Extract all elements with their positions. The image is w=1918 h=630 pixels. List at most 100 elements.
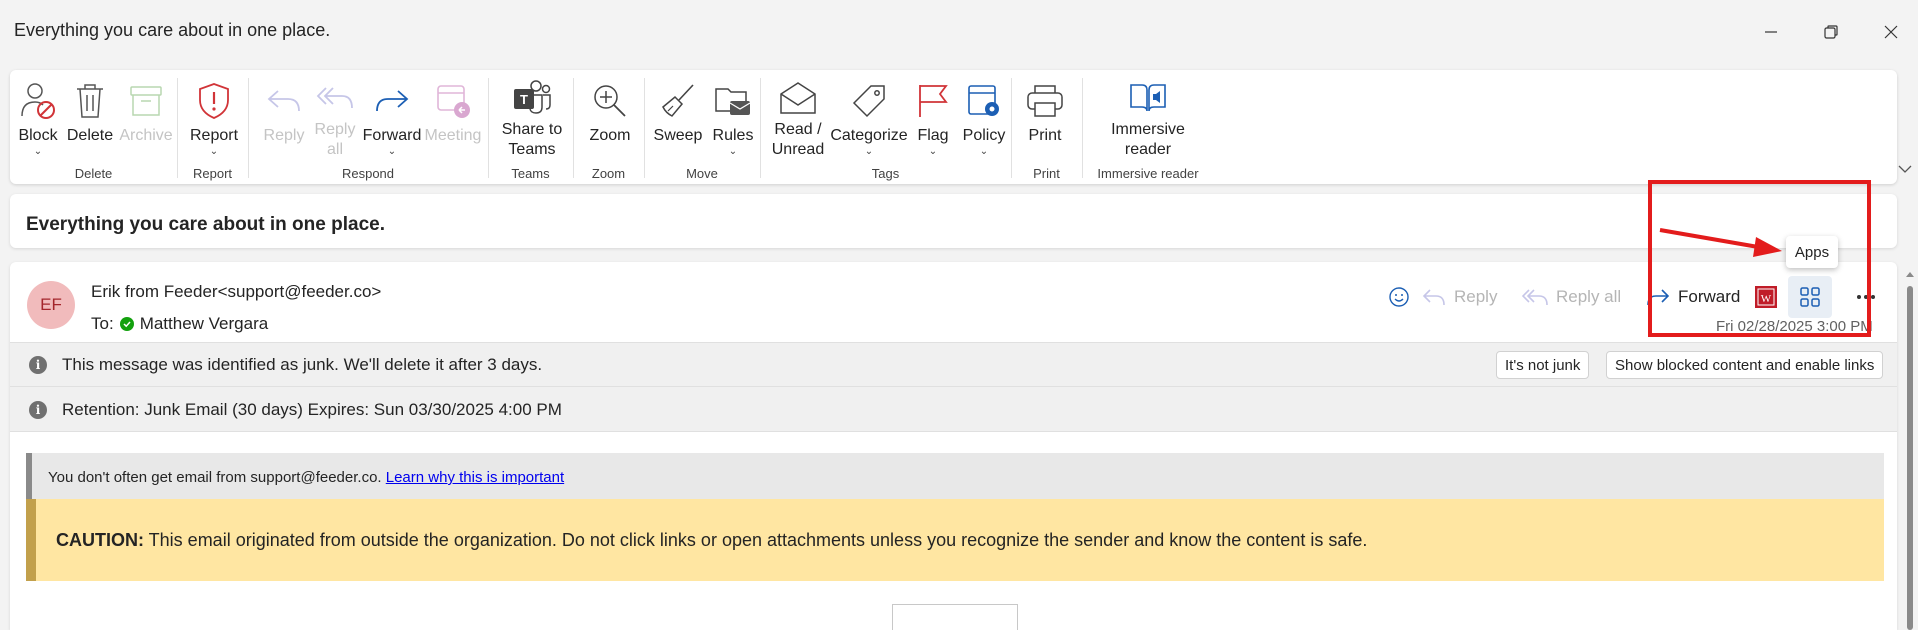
reply-all-icon [316, 87, 353, 109]
shield-alert-icon [199, 83, 229, 119]
ribbon-divider [644, 78, 645, 178]
reply-all-icon [1522, 289, 1548, 306]
archive-button[interactable]: Archive [119, 70, 173, 160]
sweep-label: Sweep [653, 127, 703, 144]
ribbon-expand-button[interactable] [1897, 162, 1913, 180]
retention-bar: i Retention: Junk Email (30 days) Expire… [10, 386, 1897, 432]
report-label: Report [189, 127, 239, 144]
to-label: To: [91, 314, 114, 333]
group-label-report: Report [192, 166, 233, 181]
chevron-down-icon: ⌄ [728, 146, 738, 157]
reply-action-button[interactable]: Reply [1422, 280, 1497, 314]
forward-label: Forward [362, 127, 422, 144]
print-button[interactable]: Print [1020, 70, 1070, 160]
policy-button[interactable]: Policy ⌄ [958, 70, 1010, 160]
group-label-move: Move [686, 166, 718, 181]
caution-label: CAUTION: [56, 530, 144, 550]
ribbon-divider [488, 78, 489, 178]
annotation-arrow-icon [1659, 228, 1782, 257]
sender-name[interactable]: Erik from Feeder<support@feeder.co> [91, 282, 381, 302]
meeting-label: Meeting [424, 127, 482, 144]
subject-bar: Everything you care about in one place. [10, 194, 1897, 248]
show-blocked-content-button[interactable]: Show blocked content and enable links [1606, 351, 1884, 379]
learn-why-link[interactable]: Learn why this is important [386, 469, 564, 486]
scroll-up-icon [1906, 272, 1914, 277]
flag-button[interactable]: Flag ⌄ [910, 70, 956, 160]
group-label-delete: Delete [74, 166, 113, 181]
read-unread-label: Read / Unread [771, 121, 825, 158]
sweep-button[interactable]: Sweep [652, 70, 704, 160]
reply-all-button[interactable]: Reply all [310, 70, 360, 160]
trash-icon [77, 84, 103, 118]
junk-notice-text: This message was identified as junk. We'… [62, 355, 543, 374]
categorize-label: Categorize [830, 127, 908, 144]
forward-icon [376, 90, 409, 112]
rules-label: Rules [712, 127, 754, 144]
tag-icon [852, 85, 885, 118]
ribbon-divider [760, 78, 761, 178]
reply-button[interactable]: Reply [262, 70, 306, 160]
delete-label: Delete [66, 127, 114, 144]
share-to-teams-button[interactable]: T Share to Teams [496, 70, 568, 160]
first-contact-text: You don't often get email from support@f… [48, 469, 386, 486]
chevron-down-icon: ⌄ [387, 146, 397, 157]
reply-all-action-button[interactable]: Reply all [1522, 280, 1621, 314]
not-junk-button[interactable]: It's not junk [1496, 351, 1590, 379]
read-unread-button[interactable]: Read / Unread [766, 70, 830, 160]
group-label-respond: Respond [341, 166, 395, 181]
reply-all-label: Reply all [314, 121, 356, 158]
group-label-print: Print [1033, 166, 1060, 181]
caution-banner: CAUTION: This email originated from outs… [26, 499, 1884, 581]
window-title: Everything you care about in one place. [14, 20, 331, 40]
close-button[interactable] [1868, 14, 1914, 50]
report-button[interactable]: Report ⌄ [186, 70, 242, 160]
block-button[interactable]: Block ⌄ [16, 70, 60, 160]
info-icon: i [29, 356, 47, 374]
first-contact-notice: You don't often get email from support@f… [26, 453, 1884, 499]
group-label-tags: Tags [871, 166, 900, 181]
apps-tooltip: Apps [1786, 236, 1838, 268]
reply-label: Reply [263, 127, 305, 144]
ribbon-divider [1011, 78, 1012, 178]
delete-button[interactable]: Delete [66, 70, 114, 160]
reply-icon [1422, 289, 1445, 306]
forward-button[interactable]: Forward ⌄ [362, 70, 422, 160]
minimize-button[interactable] [1748, 14, 1794, 50]
zoom-icon [594, 85, 626, 117]
ribbon-divider [573, 78, 574, 178]
immersive-reader-button[interactable]: Immersive reader [1100, 70, 1196, 160]
scrollbar-thumb[interactable] [1907, 286, 1913, 630]
retention-text: Retention: Junk Email (30 days) Expires:… [62, 400, 562, 419]
reply-action-label: Reply [1454, 287, 1498, 306]
printer-icon [1027, 85, 1063, 117]
junk-notice-bar: i This message was identified as junk. W… [10, 342, 1897, 386]
group-label-immersive-reader: Immersive reader [1097, 166, 1199, 181]
ribbon-divider [177, 78, 178, 178]
avatar[interactable]: EF [27, 281, 75, 329]
chevron-down-icon: ⌄ [33, 146, 43, 157]
immersive-reader-icon [1130, 84, 1166, 112]
zoom-button[interactable]: Zoom [582, 70, 638, 160]
teams-icon: T [514, 80, 551, 114]
reply-all-action-label: Reply all [1556, 287, 1622, 306]
share-to-teams-label: Share to Teams [501, 121, 563, 158]
chevron-down-icon: ⌄ [209, 146, 219, 157]
emoji-button[interactable] [1388, 280, 1410, 314]
flag-icon [919, 85, 948, 117]
ribbon-divider [248, 78, 249, 178]
svg-text:T: T [520, 92, 528, 107]
group-label-zoom: Zoom [591, 166, 626, 181]
close-icon [1884, 25, 1898, 39]
ribbon-divider [1082, 78, 1083, 178]
chevron-down-icon: ⌄ [979, 146, 989, 157]
scrollbar[interactable] [1902, 262, 1918, 630]
chevron-down-icon: ⌄ [864, 146, 874, 157]
rules-button[interactable]: Rules ⌄ [708, 70, 758, 160]
emoji-icon [1389, 287, 1409, 307]
print-label: Print [1028, 127, 1062, 144]
restore-button[interactable] [1808, 14, 1854, 50]
categorize-button[interactable]: Categorize ⌄ [830, 70, 908, 160]
meeting-button[interactable]: Meeting [422, 70, 484, 160]
message-subject: Everything you care about in one place. [26, 214, 385, 235]
recipient-name[interactable]: Matthew Vergara [140, 314, 269, 334]
